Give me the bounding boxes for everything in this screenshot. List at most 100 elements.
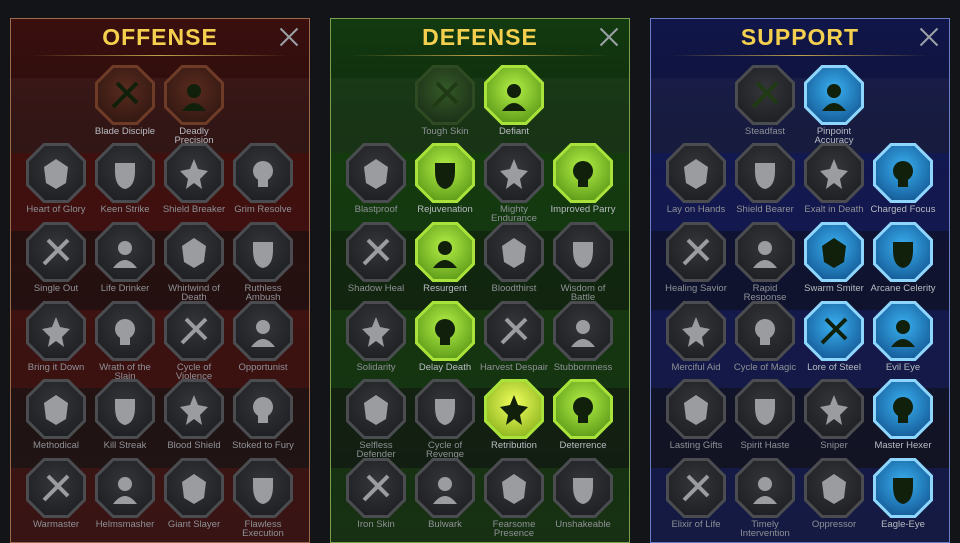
talent-keen-strike[interactable]: Keen Strike <box>90 143 160 214</box>
talent-timely-intervention[interactable]: Timely Intervention <box>730 458 800 538</box>
talent-elixir-of-life[interactable]: Elixir of Life <box>661 458 731 529</box>
speed-figure-icon <box>885 234 921 270</box>
demon-face-icon <box>496 470 532 506</box>
talent-sniper[interactable]: Sniper <box>799 379 869 450</box>
talent-lore-of-steel[interactable]: Lore of Steel <box>799 301 869 372</box>
talent-selfless-defender[interactable]: Selfless Defender <box>341 379 411 459</box>
talent-methodical[interactable]: Methodical <box>21 379 91 450</box>
talent-label: Resurgent <box>423 283 467 294</box>
winged-boot-icon <box>747 391 783 427</box>
talent-mighty-endurance[interactable]: Mighty Endurance <box>479 143 549 223</box>
talent-label: Eagle-Eye <box>881 519 925 530</box>
talent-tough-skin[interactable]: Tough Skin <box>410 65 480 136</box>
talent-frame <box>873 222 933 282</box>
title-divider <box>671 55 929 56</box>
talent-harvest-despair[interactable]: Harvest Despair <box>479 301 549 372</box>
talent-spirit-haste[interactable]: Spirit Haste <box>730 379 800 450</box>
talent-cycle-of-magic[interactable]: Cycle of Magic <box>730 301 800 372</box>
talent-kill-streak[interactable]: Kill Streak <box>90 379 160 450</box>
talent-frame <box>346 379 406 439</box>
talent-giant-slayer[interactable]: Giant Slayer <box>159 458 229 529</box>
talent-shadow-heal[interactable]: Shadow Heal <box>341 222 411 293</box>
close-icon[interactable] <box>599 27 619 47</box>
panel-title: DEFENSE <box>422 24 538 50</box>
talent-label: Evil Eye <box>885 362 921 373</box>
talent-blood-shield[interactable]: Blood Shield <box>159 379 229 450</box>
talent-frame <box>553 143 613 203</box>
talent-solidarity[interactable]: Solidarity <box>341 301 411 372</box>
talent-life-drinker[interactable]: Life Drinker <box>90 222 160 293</box>
talent-helmsmasher[interactable]: Helmsmasher <box>90 458 160 529</box>
close-icon[interactable] <box>919 27 939 47</box>
talent-frame <box>484 379 544 439</box>
bolt-strike-icon <box>816 234 852 270</box>
talent-label: Spirit Haste <box>740 440 790 451</box>
talent-label: Ruthless Ambush <box>244 283 282 303</box>
talent-rapid-response[interactable]: Rapid Response <box>730 222 800 302</box>
talent-shield-bearer[interactable]: Shield Bearer <box>730 143 800 214</box>
talent-unshakeable[interactable]: Unshakeable <box>548 458 618 529</box>
armored-man-icon <box>358 470 394 506</box>
talent-defiant[interactable]: Defiant <box>479 65 549 136</box>
talent-deadly-precision[interactable]: Deadly Precision <box>159 65 229 145</box>
talent-label: Improved Parry <box>550 204 616 215</box>
talent-eagle-eye[interactable]: Eagle-Eye <box>868 458 938 529</box>
spider-icon <box>38 391 74 427</box>
talent-swarm-smiter[interactable]: Swarm Smiter <box>799 222 869 293</box>
talent-bring-it-down[interactable]: Bring it Down <box>21 301 91 372</box>
talent-cycle-of-revenge[interactable]: Cycle of Revenge <box>410 379 480 459</box>
talent-lay-on-hands[interactable]: Lay on Hands <box>661 143 731 214</box>
talent-label: Iron Skin <box>357 519 395 530</box>
talent-frame <box>346 143 406 203</box>
flames-icon <box>427 391 463 427</box>
talent-rejuvenation[interactable]: Rejuvenation <box>410 143 480 214</box>
talent-heart-of-glory[interactable]: Heart of Glory <box>21 143 91 214</box>
talent-arcane-celerity[interactable]: Arcane Celerity <box>868 222 938 293</box>
talent-whirlwind-of-death[interactable]: Whirlwind of Death <box>159 222 229 302</box>
talent-frame <box>164 379 224 439</box>
talent-grim-resolve[interactable]: Grim Resolve <box>228 143 298 214</box>
talent-warmaster[interactable]: Warmaster <box>21 458 91 529</box>
talent-blastproof[interactable]: Blastproof <box>341 143 411 214</box>
talent-master-hexer[interactable]: Master Hexer <box>868 379 938 450</box>
talent-retribution[interactable]: Retribution <box>479 379 549 450</box>
talent-bloodthirst[interactable]: Bloodthirst <box>479 222 549 293</box>
title-divider <box>31 55 289 56</box>
talent-charged-focus[interactable]: Charged Focus <box>868 143 938 214</box>
offense-panel: OFFENSE Blade Disciple Deadly Precision He… <box>10 18 310 543</box>
talent-evil-eye[interactable]: Evil Eye <box>868 301 938 372</box>
talent-wisdom-of-battle[interactable]: Wisdom of Battle <box>548 222 618 302</box>
talent-deterrence[interactable]: Deterrence <box>548 379 618 450</box>
talent-shield-breaker[interactable]: Shield Breaker <box>159 143 229 214</box>
talent-frame <box>95 379 155 439</box>
talent-pinpoint-accuracy[interactable]: Pinpoint Accuracy <box>799 65 869 145</box>
talent-delay-death[interactable]: Delay Death <box>410 301 480 372</box>
talent-flawless-execution[interactable]: Flawless Execution <box>228 458 298 538</box>
talent-label: Methodical <box>33 440 79 451</box>
talent-frame <box>735 222 795 282</box>
talent-oppressor[interactable]: Oppressor <box>799 458 869 529</box>
talent-single-out[interactable]: Single Out <box>21 222 91 293</box>
talent-fearsome-presence[interactable]: Fearsome Presence <box>479 458 549 538</box>
talent-label: Fearsome Presence <box>492 519 536 539</box>
talent-ruthless-ambush[interactable]: Ruthless Ambush <box>228 222 298 302</box>
talent-improved-parry[interactable]: Improved Parry <box>548 143 618 214</box>
talent-exalt-in-death[interactable]: Exalt in Death <box>799 143 869 214</box>
talent-lasting-gifts[interactable]: Lasting Gifts <box>661 379 731 450</box>
talent-frame <box>26 379 86 439</box>
talent-bulwark[interactable]: Bulwark <box>410 458 480 529</box>
talent-opportunist[interactable]: Opportunist <box>228 301 298 372</box>
talent-healing-savior[interactable]: Healing Savior <box>661 222 731 293</box>
talent-merciful-aid[interactable]: Merciful Aid <box>661 301 731 372</box>
talent-wrath-of-the-slain[interactable]: Wrath of the Slain <box>90 301 160 381</box>
talent-label: Lay on Hands <box>666 204 726 215</box>
talent-steadfast[interactable]: Steadfast <box>730 65 800 136</box>
talent-cycle-of-violence[interactable]: Cycle of Violence <box>159 301 229 381</box>
talent-resurgent[interactable]: Resurgent <box>410 222 480 293</box>
crowd-icon <box>358 313 394 349</box>
talent-stoked-to-fury[interactable]: Stoked to Fury <box>228 379 298 450</box>
talent-stubbornness[interactable]: Stubbornness <box>548 301 618 372</box>
close-icon[interactable] <box>279 27 299 47</box>
talent-blade-disciple[interactable]: Blade Disciple <box>90 65 160 136</box>
talent-iron-skin[interactable]: Iron Skin <box>341 458 411 529</box>
